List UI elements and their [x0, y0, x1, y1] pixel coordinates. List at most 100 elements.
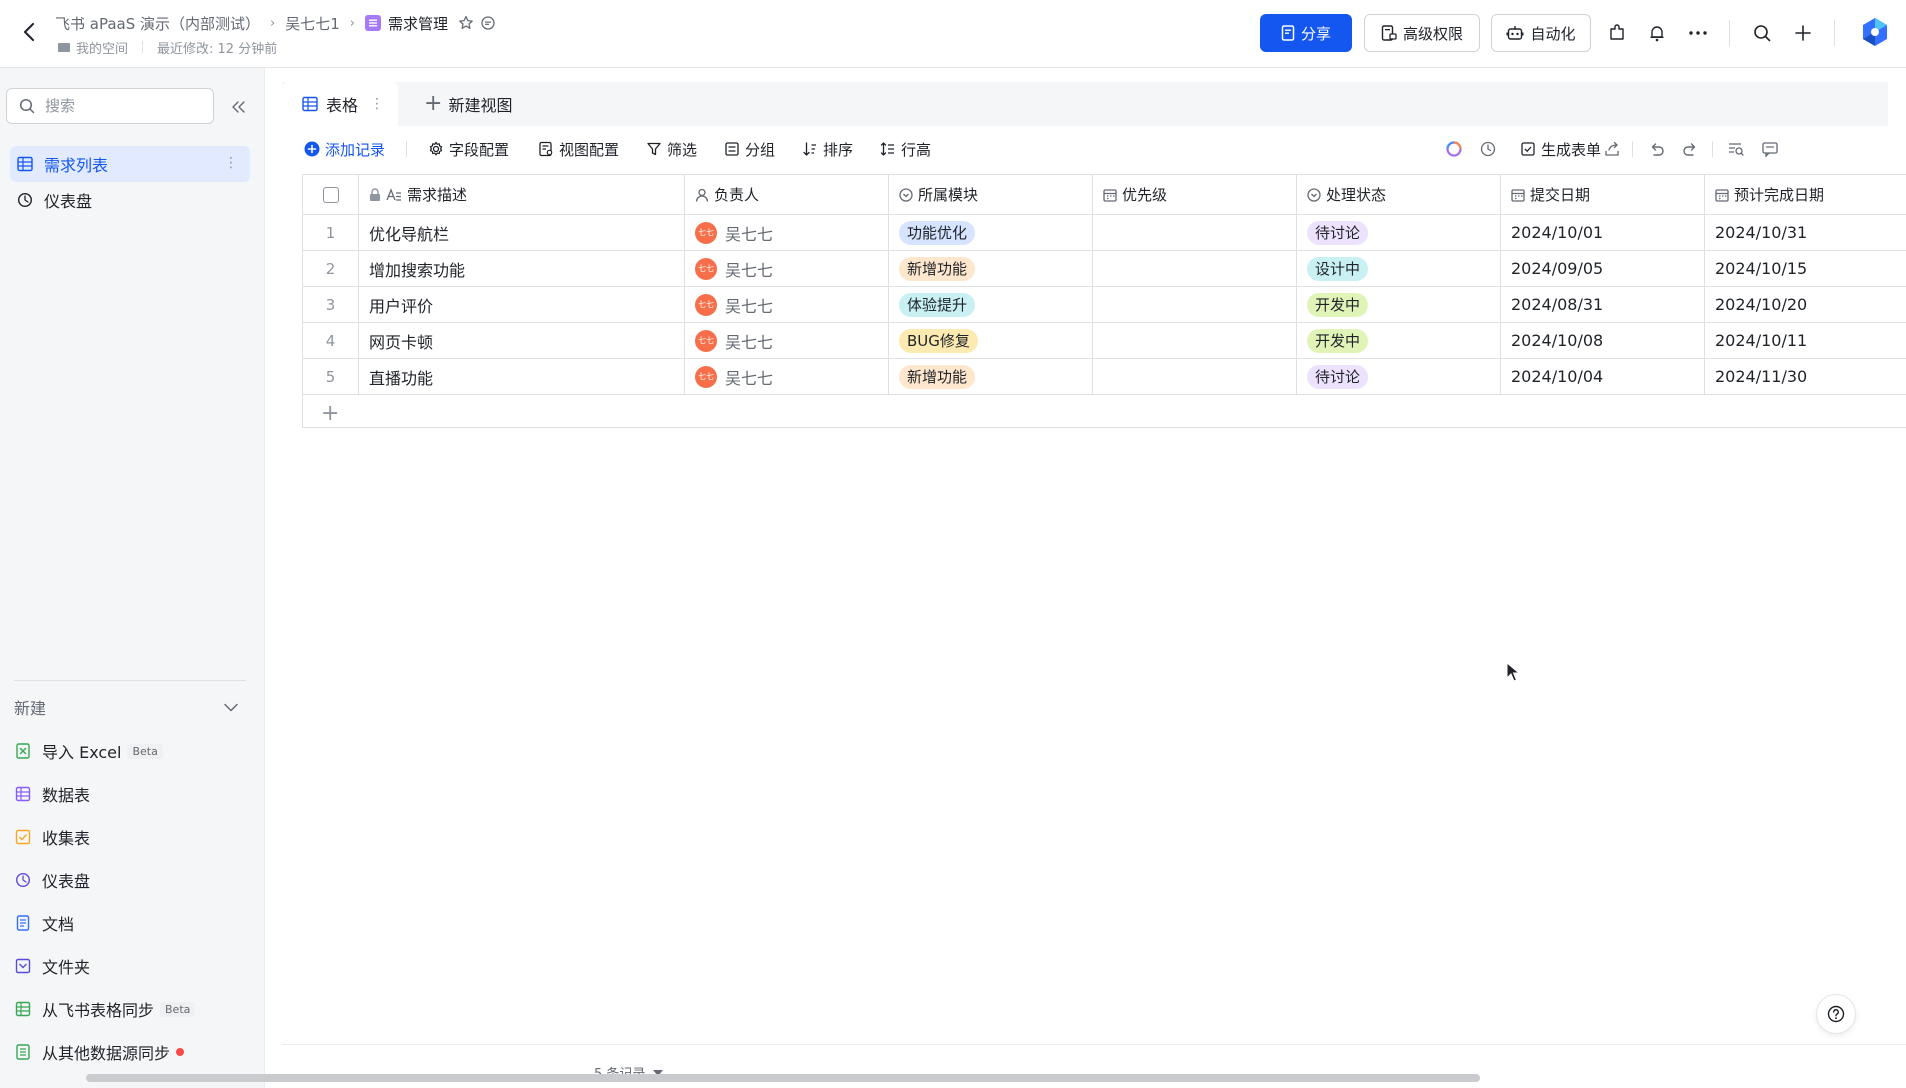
- comment-panel-icon[interactable]: [1758, 137, 1782, 161]
- due-date-cell[interactable]: 2024/10/15: [1705, 251, 1906, 286]
- view-config-button[interactable]: 视图配置: [538, 136, 619, 162]
- description-cell[interactable]: 优化导航栏: [359, 215, 685, 250]
- filter-button[interactable]: 筛选: [646, 136, 697, 162]
- submit-date-cell[interactable]: 2024/10/01: [1501, 215, 1705, 250]
- new-sync-feishu-sheet[interactable]: 从飞书表格同步 Beta: [14, 994, 254, 1024]
- status-cell[interactable]: 设计中: [1297, 251, 1501, 286]
- priority-cell[interactable]: [1093, 359, 1297, 394]
- column-header-owner[interactable]: 负责人: [685, 175, 889, 214]
- priority-cell[interactable]: [1093, 251, 1297, 286]
- priority-cell[interactable]: [1093, 215, 1297, 250]
- breadcrumb-app[interactable]: 飞书 aPaaS 演示（内部测试）: [55, 13, 260, 34]
- owner-cell[interactable]: 七七 吴七七: [685, 251, 889, 286]
- more-vertical-icon[interactable]: ⋮: [224, 155, 238, 171]
- module-cell[interactable]: 新增功能: [889, 251, 1093, 286]
- due-date-cell[interactable]: 2024/10/20: [1705, 287, 1906, 322]
- history-icon[interactable]: [1476, 137, 1500, 161]
- table-row[interactable]: 1 优化导航栏 七七 吴七七 功能优化 待讨论 2024/10/01 2024/10/31: [303, 215, 1906, 251]
- search-input[interactable]: [45, 97, 195, 115]
- table-row[interactable]: 4 网页卡顿 七七 吴七七 BUG修复 开发中 2024/10/08 2024/10/11: [303, 323, 1906, 359]
- owner-cell[interactable]: 七七 吴七七: [685, 323, 889, 358]
- table-row[interactable]: 3 用户评价 七七 吴七七 体验提升 开发中 2024/08/31 2024/10/20: [303, 287, 1906, 323]
- automation-button[interactable]: 自动化: [1491, 14, 1591, 52]
- group-button[interactable]: 分组: [724, 136, 775, 162]
- new-document[interactable]: 文档: [14, 908, 254, 938]
- app-logo-icon[interactable]: [1859, 16, 1891, 48]
- priority-cell[interactable]: [1093, 323, 1297, 358]
- search-records-icon[interactable]: [1724, 137, 1748, 161]
- new-form[interactable]: 收集表: [14, 822, 254, 852]
- status-cell[interactable]: 待讨论: [1297, 359, 1501, 394]
- owner-cell[interactable]: 七七 吴七七: [685, 215, 889, 250]
- search-box[interactable]: [6, 88, 214, 124]
- share-button[interactable]: 分享: [1260, 14, 1352, 52]
- back-icon[interactable]: [18, 20, 40, 44]
- priority-cell[interactable]: [1093, 287, 1297, 322]
- new-sync-other-source[interactable]: 从其他数据源同步: [14, 1037, 254, 1067]
- column-header-submit-date[interactable]: 提交日期: [1501, 175, 1705, 214]
- due-date-cell[interactable]: 2024/10/31: [1705, 215, 1906, 250]
- undo-icon[interactable]: [1645, 137, 1669, 161]
- new-folder[interactable]: 文件夹: [14, 951, 254, 981]
- status-cell[interactable]: 待讨论: [1297, 215, 1501, 250]
- space-name[interactable]: 我的空间: [76, 38, 128, 57]
- plus-icon[interactable]: [1790, 20, 1816, 46]
- submit-date-cell[interactable]: 2024/08/31: [1501, 287, 1705, 322]
- star-icon[interactable]: [458, 15, 474, 31]
- collapse-sidebar-icon[interactable]: [228, 96, 250, 118]
- field-config-button[interactable]: 字段配置: [428, 136, 509, 162]
- more-icon[interactable]: [1685, 20, 1711, 46]
- breadcrumb-user[interactable]: 吴七七1: [285, 13, 340, 34]
- table-row[interactable]: 2 增加搜索功能 七七 吴七七 新增功能 设计中 2024/09/05 2024/10/15: [303, 251, 1906, 287]
- bell-icon[interactable]: [1644, 20, 1670, 46]
- status-cell[interactable]: 开发中: [1297, 323, 1501, 358]
- description-cell[interactable]: 用户评价: [359, 287, 685, 322]
- module-cell[interactable]: 新增功能: [889, 359, 1093, 394]
- submit-date-cell[interactable]: 2024/10/04: [1501, 359, 1705, 394]
- search-icon[interactable]: [1749, 20, 1775, 46]
- select-all-checkbox[interactable]: [322, 186, 339, 203]
- new-dashboard[interactable]: 仪表盘: [14, 865, 254, 895]
- module-cell[interactable]: 体验提升: [889, 287, 1093, 322]
- generate-form-button[interactable]: 生成表单: [1520, 136, 1601, 162]
- column-header-due-date[interactable]: 预计完成日期: [1705, 175, 1906, 214]
- plugin-icon[interactable]: [1604, 20, 1630, 46]
- more-vertical-icon[interactable]: ⋮: [370, 96, 384, 112]
- ai-assistant-icon[interactable]: [1442, 137, 1466, 161]
- new-data-table[interactable]: 数据表: [14, 779, 254, 809]
- status-cell[interactable]: 开发中: [1297, 287, 1501, 322]
- sidebar-item-requirement-list[interactable]: 需求列表 ⋮: [10, 146, 250, 182]
- new-import-excel[interactable]: 导入 Excel Beta: [14, 736, 254, 766]
- add-record-button[interactable]: 添加记录: [304, 136, 385, 162]
- submit-date-cell[interactable]: 2024/09/05: [1501, 251, 1705, 286]
- advanced-permission-button[interactable]: 高级权限: [1364, 14, 1480, 52]
- description-cell[interactable]: 网页卡顿: [359, 323, 685, 358]
- table-row[interactable]: 5 直播功能 七七 吴七七 新增功能 待讨论 2024/10/04 2024/11/30: [303, 359, 1906, 395]
- owner-cell[interactable]: 七七 吴七七: [685, 287, 889, 322]
- sort-button[interactable]: 排序: [802, 136, 853, 162]
- owner-cell[interactable]: 七七 吴七七: [685, 359, 889, 394]
- module-cell[interactable]: BUG修复: [889, 323, 1093, 358]
- horizontal-scrollbar[interactable]: [86, 1074, 1480, 1082]
- description-cell[interactable]: 直播功能: [359, 359, 685, 394]
- export-icon[interactable]: [1600, 137, 1624, 161]
- module-cell[interactable]: 功能优化: [889, 215, 1093, 250]
- comment-icon[interactable]: [480, 15, 496, 31]
- help-icon[interactable]: [1816, 994, 1856, 1034]
- redo-icon[interactable]: [1678, 137, 1702, 161]
- column-header-module[interactable]: 所属模块: [889, 175, 1093, 214]
- status-tag: 开发中: [1307, 292, 1369, 317]
- submit-date-cell[interactable]: 2024/10/08: [1501, 323, 1705, 358]
- description-cell[interactable]: 增加搜索功能: [359, 251, 685, 286]
- row-height-button[interactable]: 行高: [880, 136, 931, 162]
- due-date-cell[interactable]: 2024/10/11: [1705, 323, 1906, 358]
- due-date-cell[interactable]: 2024/11/30: [1705, 359, 1906, 394]
- add-row-icon[interactable]: +: [303, 397, 363, 429]
- new-section-toggle[interactable]: 新建: [14, 692, 238, 722]
- column-header-priority[interactable]: 优先级: [1093, 175, 1297, 214]
- column-header-status[interactable]: 处理状态: [1297, 175, 1501, 214]
- column-header-description[interactable]: 需求描述: [359, 175, 685, 214]
- sidebar-item-dashboard[interactable]: 仪表盘: [10, 182, 250, 218]
- new-view-button[interactable]: + 新建视图: [424, 82, 512, 126]
- tab-grid-view[interactable]: 表格 ⋮: [282, 82, 398, 126]
